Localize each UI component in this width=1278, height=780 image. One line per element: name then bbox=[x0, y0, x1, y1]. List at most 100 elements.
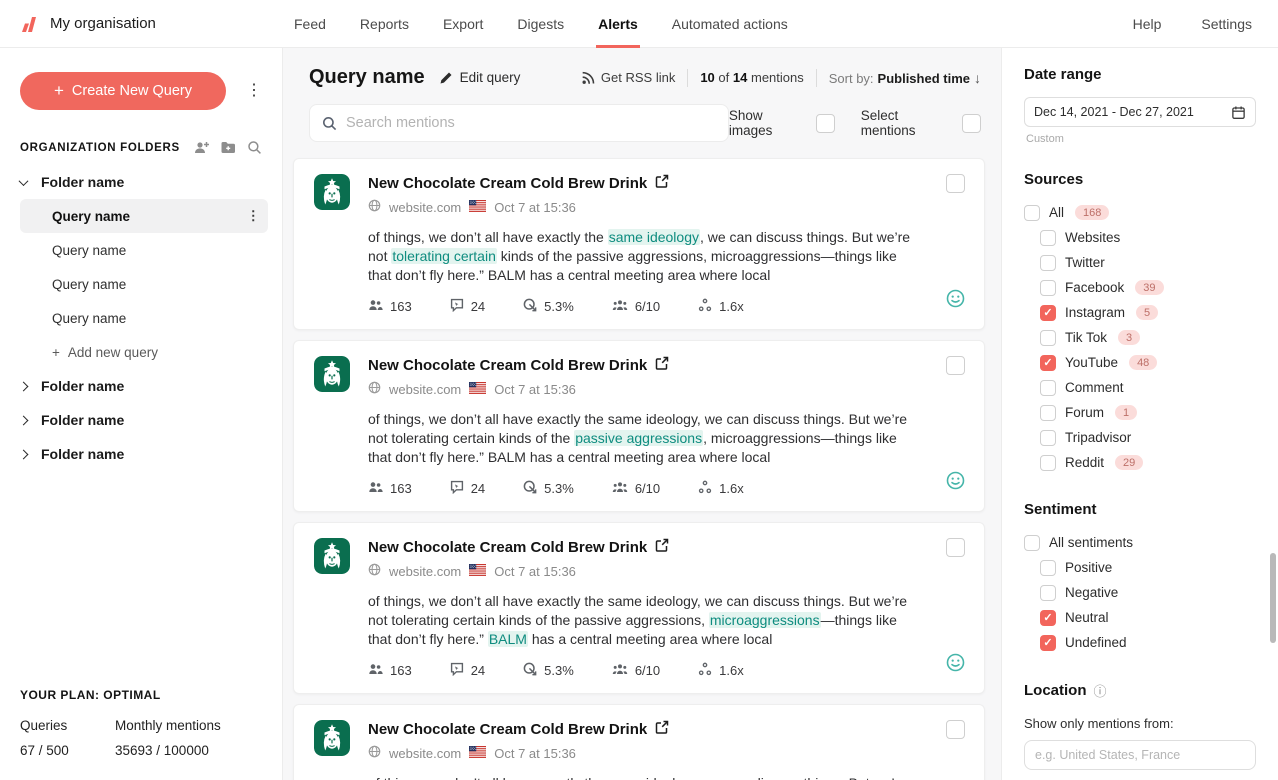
chevron-down-icon[interactable] bbox=[19, 176, 29, 186]
select-mentions-label[interactable]: Select mentions bbox=[861, 108, 952, 138]
filter-label[interactable]: Positive bbox=[1065, 560, 1112, 575]
mention-source[interactable]: website.com bbox=[389, 564, 461, 579]
filter-label[interactable]: Twitter bbox=[1065, 255, 1105, 270]
source-checkbox-twitter[interactable] bbox=[1040, 255, 1056, 271]
nav-item-settings[interactable]: Settings bbox=[1199, 0, 1254, 48]
filter-label[interactable]: YouTube bbox=[1065, 355, 1118, 370]
source-checkbox-youtube[interactable]: ✓ bbox=[1040, 355, 1056, 371]
source-filter-instagram: ✓Instagram5 bbox=[1024, 300, 1256, 325]
sidebar-scrollbar-thumb[interactable] bbox=[1270, 553, 1276, 643]
query-kebab-menu-icon[interactable]: ⋮ bbox=[247, 208, 269, 224]
nav-item-alerts[interactable]: Alerts bbox=[596, 0, 640, 48]
external-link-icon[interactable] bbox=[655, 538, 669, 557]
filter-label[interactable]: Tripadvisor bbox=[1065, 430, 1131, 445]
create-new-query-button[interactable]: + Create New Query bbox=[20, 72, 226, 110]
sentiment-positive-icon[interactable] bbox=[946, 471, 965, 495]
source-checkbox-websites[interactable] bbox=[1040, 230, 1056, 246]
filter-label[interactable]: All sentiments bbox=[1049, 535, 1133, 550]
sidebar-item-query[interactable]: Query name bbox=[20, 233, 268, 267]
mention-title-link[interactable]: New Chocolate Cream Cold Brew Drink bbox=[368, 357, 647, 374]
nav-item-help[interactable]: Help bbox=[1131, 0, 1164, 48]
sidebar-folder-collapsed[interactable]: Folder name bbox=[20, 403, 268, 437]
mention-title-link[interactable]: New Chocolate Cream Cold Brew Drink bbox=[368, 721, 647, 738]
add-new-query-button[interactable]: +Add new query bbox=[20, 335, 268, 369]
select-mentions-checkbox[interactable] bbox=[962, 114, 981, 133]
folder-search-icon[interactable] bbox=[247, 140, 262, 155]
edit-query-button[interactable]: Edit query bbox=[439, 70, 521, 85]
chevron-right-icon[interactable] bbox=[19, 381, 29, 391]
filter-label[interactable]: Undefined bbox=[1065, 635, 1127, 650]
us-flag-icon bbox=[469, 564, 486, 579]
location-include-input[interactable] bbox=[1024, 740, 1256, 770]
sort-control[interactable]: Sort by:Published time↓ bbox=[829, 70, 981, 86]
date-range-value[interactable]: Dec 14, 2021 - Dec 27, 2021 bbox=[1034, 105, 1225, 119]
sidebar-item-query[interactable]: Query name bbox=[20, 267, 268, 301]
interactions-icon bbox=[450, 662, 464, 679]
filter-label[interactable]: Reddit bbox=[1065, 455, 1104, 470]
external-link-icon[interactable] bbox=[655, 356, 669, 375]
filter-label[interactable]: Websites bbox=[1065, 230, 1120, 245]
mention-select-checkbox[interactable] bbox=[946, 720, 965, 739]
sort-direction-icon[interactable]: ↓ bbox=[974, 70, 981, 86]
sidebar-folder-collapsed[interactable]: Folder name bbox=[20, 369, 268, 403]
nav-item-digests[interactable]: Digests bbox=[515, 0, 566, 48]
mention-select-checkbox[interactable] bbox=[946, 356, 965, 375]
external-link-icon[interactable] bbox=[655, 174, 669, 193]
show-images-label[interactable]: Show images bbox=[729, 108, 806, 138]
filter-label[interactable]: Neutral bbox=[1065, 610, 1109, 625]
sentiment-checkbox-undefined[interactable]: ✓ bbox=[1040, 635, 1056, 651]
mention-source[interactable]: website.com bbox=[389, 200, 461, 215]
filter-label[interactable]: Comment bbox=[1065, 380, 1124, 395]
sidebar-folder-collapsed[interactable]: Folder name bbox=[20, 437, 268, 471]
show-images-toggle[interactable]: Show images bbox=[729, 108, 835, 138]
nav-item-export[interactable]: Export bbox=[441, 0, 485, 48]
nav-item-reports[interactable]: Reports bbox=[358, 0, 411, 48]
filter-label[interactable]: All bbox=[1049, 205, 1064, 220]
sidebar-kebab-menu-icon[interactable]: ⋮ bbox=[240, 79, 268, 103]
source-checkbox-forum[interactable] bbox=[1040, 405, 1056, 421]
source-checkbox-comment[interactable] bbox=[1040, 380, 1056, 396]
sidebar-item-query[interactable]: Query name bbox=[20, 301, 268, 335]
organisation-name[interactable]: My organisation bbox=[50, 15, 156, 32]
mention-select-checkbox[interactable] bbox=[946, 538, 965, 557]
add-folder-icon[interactable] bbox=[220, 140, 237, 155]
get-rss-link[interactable]: Get RSS link bbox=[581, 70, 675, 85]
filter-label[interactable]: Negative bbox=[1065, 585, 1118, 600]
mention-select-checkbox[interactable] bbox=[946, 174, 965, 193]
source-checkbox-tik-tok[interactable] bbox=[1040, 330, 1056, 346]
sentiment-checkbox-positive[interactable] bbox=[1040, 560, 1056, 576]
location-info-icon[interactable]: ⓘ bbox=[1094, 681, 1107, 700]
sentiment-checkbox-all-sentiments[interactable] bbox=[1024, 535, 1040, 551]
mention-source[interactable]: website.com bbox=[389, 382, 461, 397]
filter-label[interactable]: Instagram bbox=[1065, 305, 1125, 320]
sidebar-folder-expanded[interactable]: Folder name bbox=[20, 165, 268, 199]
nav-item-feed[interactable]: Feed bbox=[292, 0, 328, 48]
sentiment-positive-icon[interactable] bbox=[946, 289, 965, 313]
external-link-icon[interactable] bbox=[655, 720, 669, 739]
chevron-right-icon[interactable] bbox=[19, 449, 29, 459]
mention-title-link[interactable]: New Chocolate Cream Cold Brew Drink bbox=[368, 175, 647, 192]
source-checkbox-all[interactable] bbox=[1024, 205, 1040, 221]
filter-label[interactable]: Tik Tok bbox=[1065, 330, 1107, 345]
mention-source[interactable]: website.com bbox=[389, 746, 461, 761]
source-checkbox-instagram[interactable]: ✓ bbox=[1040, 305, 1056, 321]
sidebar-item-query[interactable]: Query name⋮ bbox=[20, 199, 268, 233]
search-mentions-input[interactable] bbox=[346, 115, 716, 131]
date-range-picker[interactable]: Dec 14, 2021 - Dec 27, 2021 bbox=[1024, 97, 1256, 127]
sentiment-checkbox-neutral[interactable]: ✓ bbox=[1040, 610, 1056, 626]
nav-item-automated-actions[interactable]: Automated actions bbox=[670, 0, 790, 48]
source-checkbox-reddit[interactable] bbox=[1040, 455, 1056, 471]
source-checkbox-facebook[interactable] bbox=[1040, 280, 1056, 296]
show-images-checkbox[interactable] bbox=[816, 114, 835, 133]
brand[interactable]: My organisation bbox=[0, 13, 156, 35]
mention-title-link[interactable]: New Chocolate Cream Cold Brew Drink bbox=[368, 539, 647, 556]
filter-label[interactable]: Forum bbox=[1065, 405, 1104, 420]
select-mentions-toggle[interactable]: Select mentions bbox=[861, 108, 981, 138]
source-checkbox-tripadvisor[interactable] bbox=[1040, 430, 1056, 446]
sentiment-positive-icon[interactable] bbox=[946, 653, 965, 677]
chevron-right-icon[interactable] bbox=[19, 415, 29, 425]
add-person-icon[interactable] bbox=[193, 140, 210, 155]
virality-icon bbox=[698, 298, 712, 315]
sentiment-checkbox-negative[interactable] bbox=[1040, 585, 1056, 601]
filter-label[interactable]: Facebook bbox=[1065, 280, 1124, 295]
